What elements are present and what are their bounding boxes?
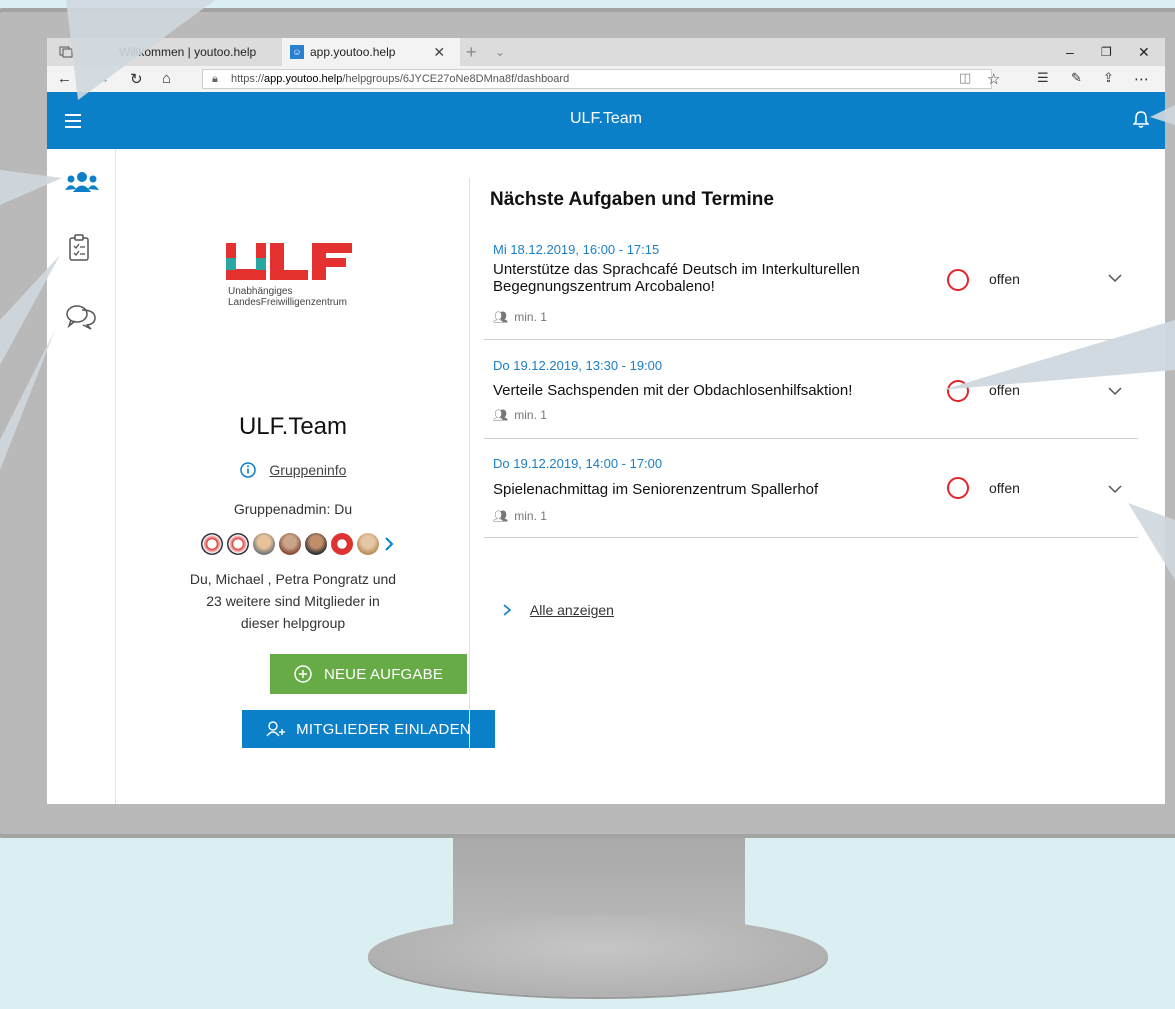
tutorial-callout-pointers	[0, 0, 1175, 580]
